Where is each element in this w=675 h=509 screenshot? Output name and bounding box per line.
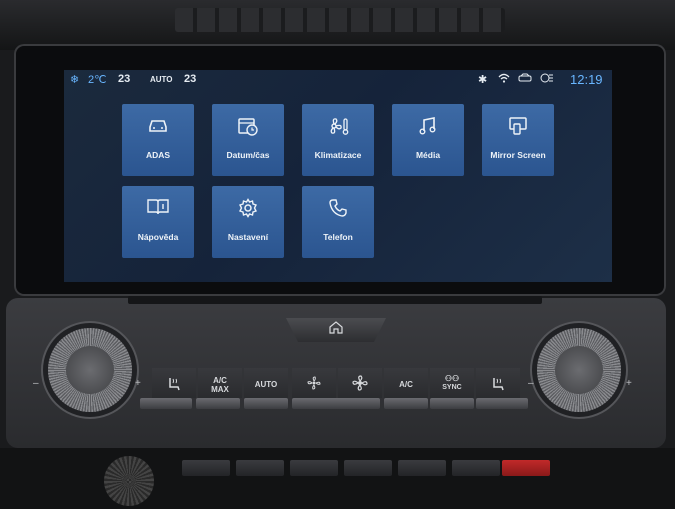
heated-seat-icon: [490, 376, 506, 394]
fan-speed-up-button[interactable]: [338, 368, 382, 398]
auto-button[interactable]: AUTO: [244, 368, 288, 398]
tile-mirror-screen[interactable]: Mirror Screen: [482, 104, 554, 176]
outside-temp: 2℃: [88, 74, 107, 86]
fan-thermometer-icon: [302, 116, 374, 136]
passenger-temp[interactable]: 23: [184, 73, 196, 85]
lower-switch-1[interactable]: [182, 460, 230, 476]
driver-temp[interactable]: 23: [118, 73, 130, 85]
infotainment-screen: ❄ 2℃ 23 AUTO 23 ✱ 12:19 ADAS Datum/čas K: [64, 70, 612, 282]
lower-console: [0, 448, 675, 509]
heated-seat-icon: [166, 376, 182, 394]
key-rocker-2[interactable]: [196, 398, 240, 409]
right-temperature-knob[interactable]: [537, 328, 621, 412]
tile-label: Nastavení: [227, 232, 269, 242]
fan-small-icon: [307, 376, 321, 392]
car-connect-icon: [518, 73, 532, 86]
snowflake-icon: ❄: [70, 74, 80, 86]
book-info-icon: [122, 198, 194, 218]
tile-datum-cas[interactable]: Datum/čas: [212, 104, 284, 176]
lower-switch-3[interactable]: [290, 460, 338, 476]
key-rocker-4[interactable]: [292, 398, 380, 409]
ac-label: A/C: [399, 380, 413, 389]
lower-switch-5[interactable]: [398, 460, 446, 476]
lower-switch-2[interactable]: [236, 460, 284, 476]
left-heated-seat-button[interactable]: [152, 368, 196, 398]
tile-label: Klimatizace: [314, 150, 362, 160]
wifi-icon: [498, 73, 510, 86]
calendar-clock-icon: [212, 116, 284, 136]
tile-label: Mirror Screen: [490, 150, 546, 160]
lower-switch-6[interactable]: [452, 460, 500, 476]
tile-label: Datum/čas: [226, 150, 270, 160]
right-knob-minus: –: [528, 378, 534, 389]
auto-label: AUTO: [254, 380, 278, 389]
left-knob-minus: –: [33, 378, 39, 389]
volume-dial[interactable]: [104, 456, 154, 506]
tile-label: ADAS: [145, 150, 171, 160]
tile-telefon[interactable]: Telefon: [302, 186, 374, 258]
tile-adas[interactable]: ADAS: [122, 104, 194, 176]
sync-people-icon: ⚇⚇: [444, 374, 460, 383]
home-button[interactable]: [286, 318, 386, 342]
phone-icon: [302, 198, 374, 218]
gear-icon: [212, 198, 284, 218]
dashboard-top: [0, 0, 675, 50]
climate-mode[interactable]: AUTO: [150, 75, 173, 84]
lower-switch-4[interactable]: [344, 460, 392, 476]
car-icon: [122, 116, 194, 136]
fan-speed-down-button[interactable]: [292, 368, 336, 398]
right-heated-seat-button[interactable]: [476, 368, 520, 398]
right-knob-plus: +: [626, 378, 632, 389]
air-vent: [175, 8, 505, 32]
ac-button[interactable]: A/C: [384, 368, 428, 398]
screen-lower-trim: [128, 296, 542, 304]
hazard-button[interactable]: [502, 460, 550, 476]
key-rocker-6[interactable]: [430, 398, 474, 409]
key-rocker-7[interactable]: [476, 398, 528, 409]
sync-label: SYNC: [442, 384, 462, 391]
left-knob-plus: +: [135, 378, 141, 389]
tile-label: Média: [415, 150, 441, 160]
tile-media[interactable]: Média: [392, 104, 464, 176]
ac-max-label: A/C MAX: [211, 376, 229, 394]
key-rocker-3[interactable]: [244, 398, 288, 409]
tile-label: Telefon: [323, 232, 353, 242]
tile-label: Nápověda: [137, 232, 179, 242]
navigation-signal-icon: [540, 73, 554, 86]
key-rocker-1[interactable]: [140, 398, 192, 409]
clock: 12:19: [570, 72, 603, 87]
home-icon: [329, 321, 343, 339]
bluetooth-icon: ✱: [478, 74, 488, 86]
music-note-icon: [392, 116, 464, 136]
tile-napoveda[interactable]: Nápověda: [122, 186, 194, 258]
fan-large-icon: [352, 375, 368, 393]
sync-button[interactable]: ⚇⚇ SYNC: [430, 368, 474, 398]
tile-nastaveni[interactable]: Nastavení: [212, 186, 284, 258]
tile-klimatizace[interactable]: Klimatizace: [302, 104, 374, 176]
left-temperature-knob[interactable]: [48, 328, 132, 412]
mirror-screen-icon: [482, 116, 554, 136]
ac-max-button[interactable]: A/C MAX: [198, 368, 242, 398]
status-bar: ❄ 2℃ 23 AUTO 23 ✱ 12:19: [64, 70, 612, 90]
key-rocker-5[interactable]: [384, 398, 428, 409]
